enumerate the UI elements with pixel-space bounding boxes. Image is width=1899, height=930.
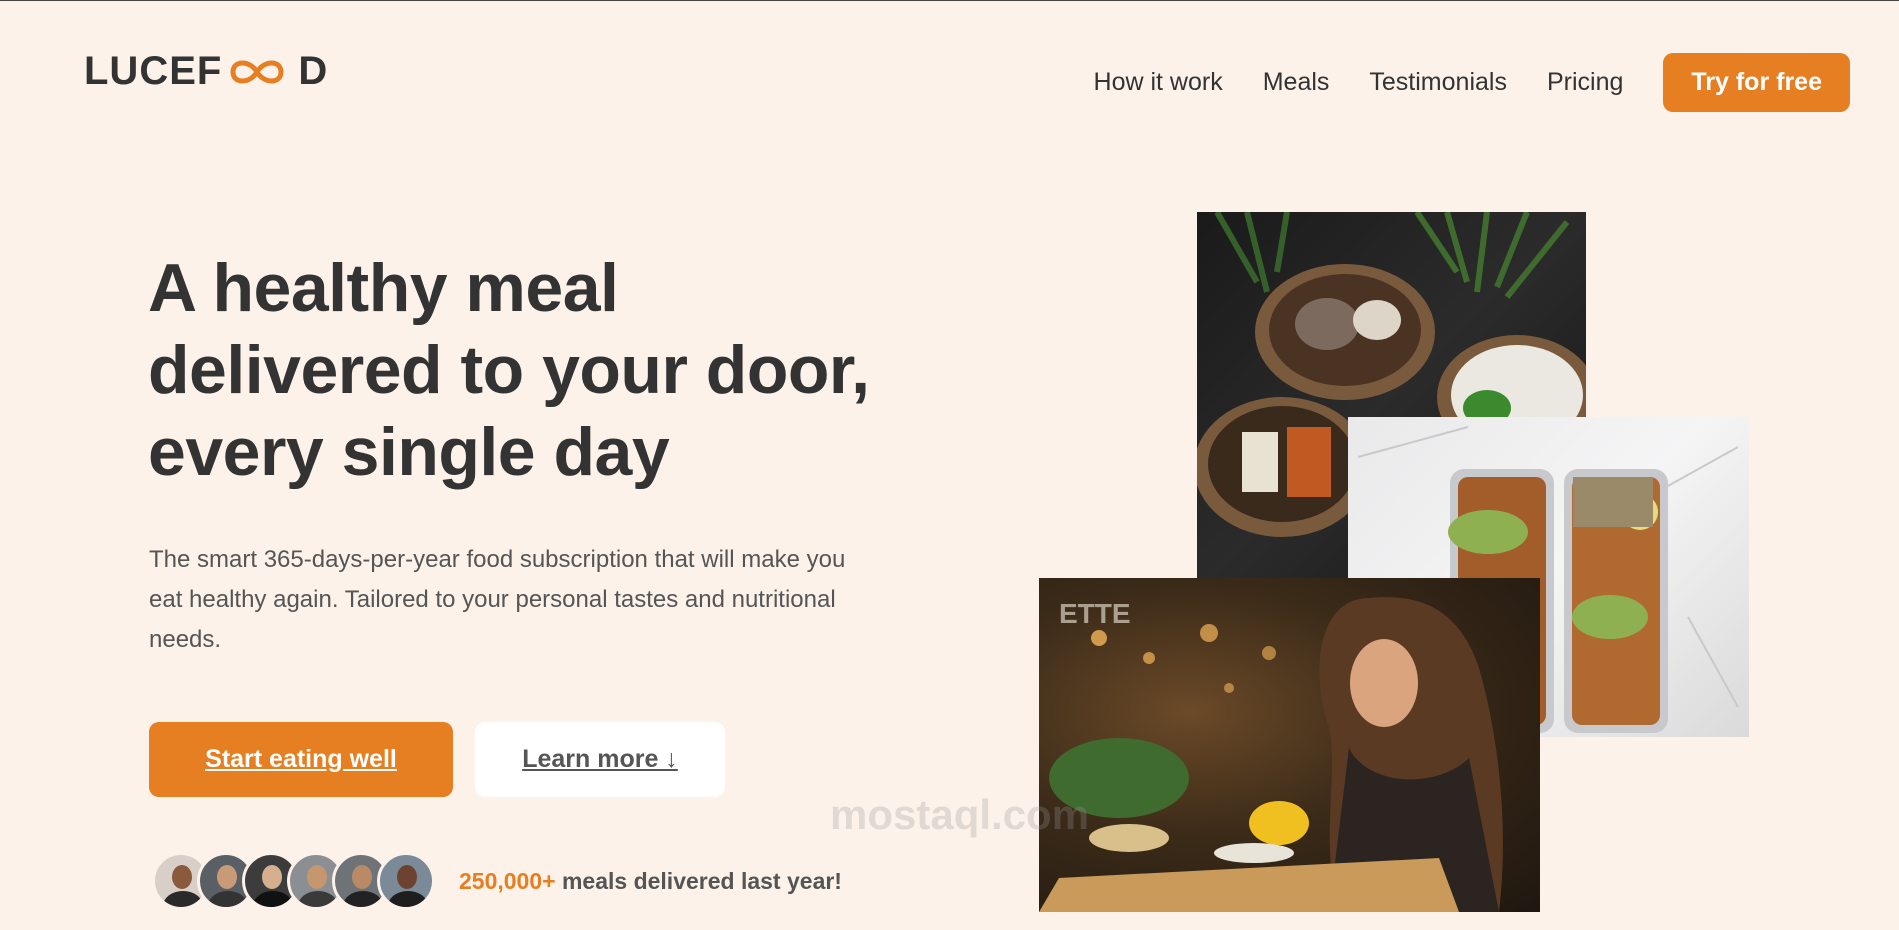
try-for-free-button[interactable]: Try for free (1663, 53, 1850, 112)
nav-meals[interactable]: Meals (1263, 68, 1330, 97)
infinity-icon (230, 60, 284, 83)
delivered-text: 250,000+ meals delivered last year! (459, 868, 842, 895)
customer-avatars (152, 852, 435, 910)
hero-title: A healthy meal delivered to your door, e… (148, 250, 870, 490)
start-eating-well-button[interactable]: Start eating well (149, 722, 453, 797)
logo-text-right: D (298, 49, 329, 93)
svg-text:ETTE: ETTE (1059, 598, 1131, 629)
nav-testimonials[interactable]: Testimonials (1369, 68, 1507, 97)
site-header: LUCEF D How it work Meals Testimonials P… (0, 1, 1899, 141)
hero-description: The smart 365-days-per-year food subscri… (149, 546, 846, 653)
avatar (377, 852, 435, 910)
woman-eating-image: ETTE (1039, 578, 1540, 912)
delivered-label: meals delivered last year! (555, 867, 842, 894)
watermark: mostaql.com (830, 791, 1090, 838)
nav-pricing[interactable]: Pricing (1547, 68, 1623, 97)
main-nav: How it work Meals Testimonials Pricing T… (1094, 53, 1850, 112)
logo-text-left: LUCEF (84, 49, 223, 93)
logo[interactable]: LUCEF D (84, 49, 328, 94)
meals-delivered: 250,000+ meals delivered last year! (152, 852, 842, 910)
learn-more-button[interactable]: Learn more ↓ (475, 722, 725, 797)
nav-how-it-works[interactable]: How it work (1094, 68, 1223, 97)
delivered-count: 250,000+ (459, 867, 556, 894)
